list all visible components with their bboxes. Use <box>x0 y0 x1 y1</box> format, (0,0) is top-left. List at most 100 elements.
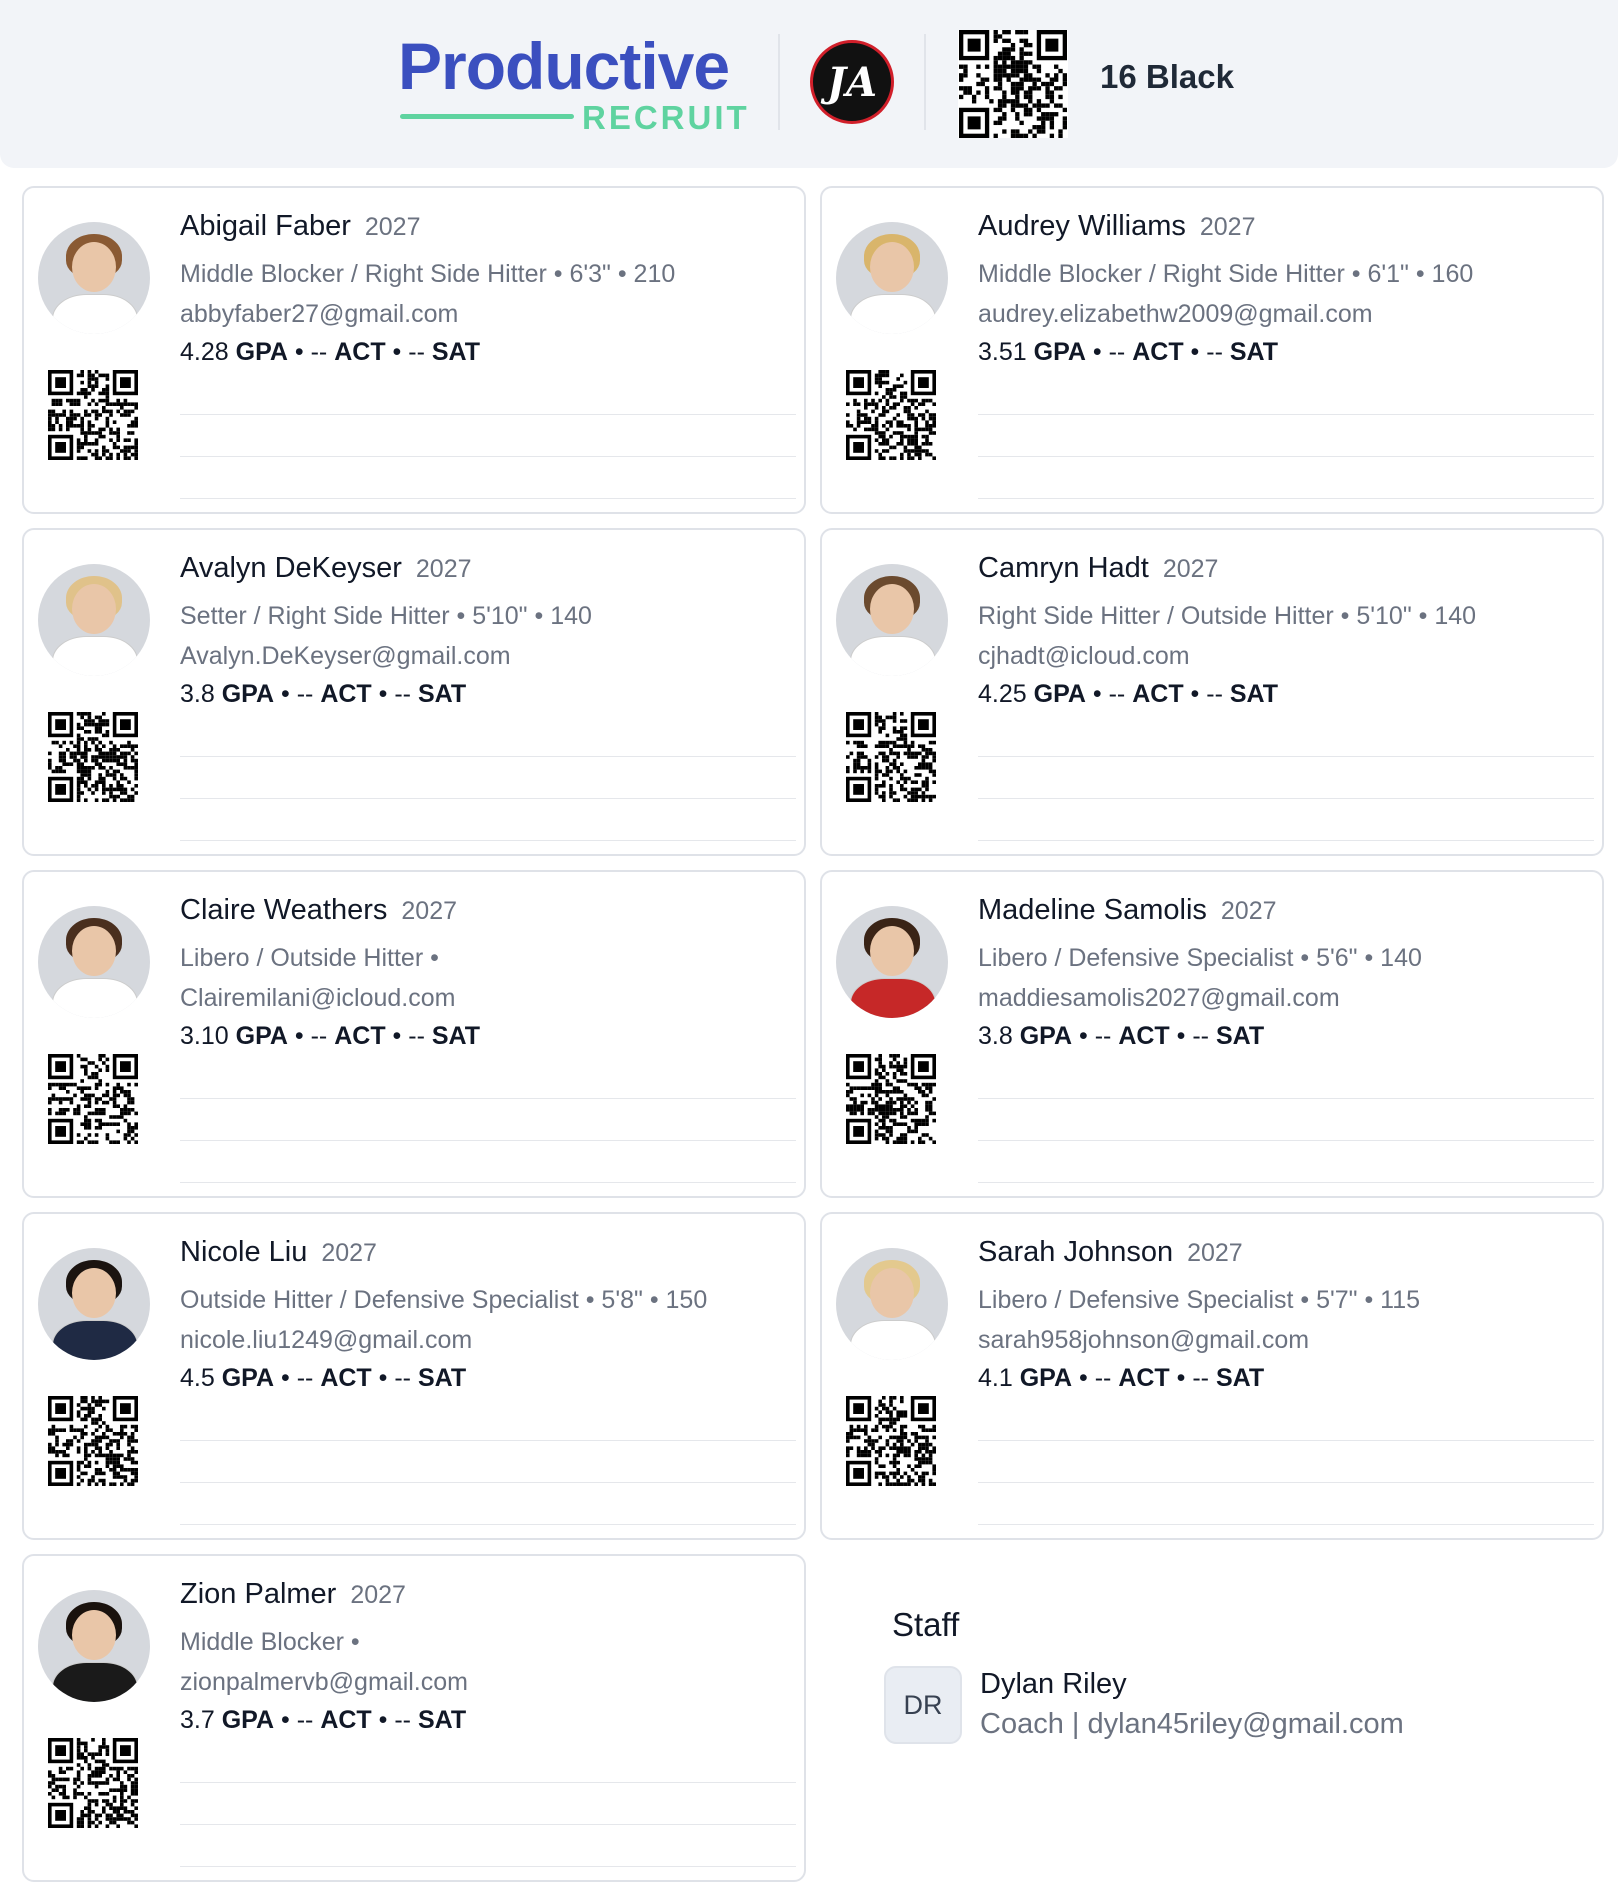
act-value: -- <box>296 1706 314 1734</box>
player-scores: 3.10 GPA • -- ACT • -- SAT <box>180 1022 481 1050</box>
player-photo <box>38 1590 150 1702</box>
player-grad-year: 2027 <box>415 555 472 583</box>
player-scores: 3.8 GPA • -- ACT • -- SAT <box>180 680 467 708</box>
player-name[interactable]: Abigail Faber <box>180 210 351 242</box>
player-qr-code-icon[interactable] <box>846 712 936 802</box>
notes-line <box>180 798 796 799</box>
notes-line <box>180 1098 796 1099</box>
player-email[interactable]: abbyfaber27@gmail.com <box>180 300 458 329</box>
player-position: Libero / Defensive Specialist • 5'7" • 1… <box>978 1286 1421 1314</box>
player-position: Right Side Hitter / Outside Hitter • 5'1… <box>978 602 1477 630</box>
player-card: Audrey Williams 2027 Middle Blocker / Rig… <box>820 186 1604 514</box>
gpa-value: 3.51 <box>978 338 1027 366</box>
notes-line <box>978 1524 1594 1525</box>
sat-value: -- <box>1206 680 1223 708</box>
notes-line <box>180 1824 796 1825</box>
player-qr-code-icon[interactable] <box>48 1396 138 1486</box>
player-email[interactable]: audrey.elizabethw2009@gmail.com <box>978 300 1373 329</box>
player-grad-year: 2027 <box>364 213 421 241</box>
notes-line <box>978 1140 1594 1141</box>
player-scores: 4.5 GPA • -- ACT • -- SAT <box>180 1364 467 1392</box>
gpa-value: 4.5 <box>180 1364 215 1392</box>
logo-underline <box>400 114 574 119</box>
player-photo <box>38 564 150 676</box>
notes-line <box>180 840 796 841</box>
player-email[interactable]: cjhadt@icloud.com <box>978 642 1190 671</box>
player-qr-code-icon[interactable] <box>846 1396 936 1486</box>
staff-heading: Staff <box>892 1606 960 1643</box>
roster-header: Productive RECRUIT JA 16 Black <box>0 0 1618 168</box>
player-scores: 3.7 GPA • -- ACT • -- SAT <box>180 1706 467 1734</box>
player-scores: 4.28 GPA • -- ACT • -- SAT <box>180 338 481 366</box>
player-qr-code-icon[interactable] <box>48 712 138 802</box>
notes-line <box>180 1140 796 1141</box>
gpa-value: 3.7 <box>180 1706 215 1734</box>
notes-line <box>180 1524 796 1525</box>
player-name[interactable]: Claire Weathers <box>180 894 387 926</box>
club-logo: JA <box>810 40 894 124</box>
player-photo <box>836 1248 948 1360</box>
sat-value: -- <box>1192 1364 1210 1392</box>
player-qr-code-icon[interactable] <box>846 370 936 460</box>
gpa-value: 3.8 <box>180 680 215 708</box>
team-qr-code-icon[interactable] <box>958 30 1068 138</box>
player-position: Setter / Right Side Hitter • 5'10" • 140 <box>180 602 592 630</box>
player-qr-code-icon[interactable] <box>48 1738 138 1828</box>
player-grad-year: 2027 <box>350 1581 406 1609</box>
player-name[interactable]: Sarah Johnson <box>978 1236 1173 1268</box>
player-email[interactable]: zionpalmervb@gmail.com <box>180 1668 468 1697</box>
player-grad-year: 2027 <box>1162 555 1219 583</box>
player-email[interactable]: Clairemilani@icloud.com <box>180 984 455 1013</box>
player-card: Abigail Faber 2027 Middle Blocker / Right… <box>22 186 806 514</box>
player-card: Camryn Hadt 2027 Right Side Hitter / Outs… <box>820 528 1604 856</box>
notes-line <box>180 456 796 457</box>
act-value: -- <box>1094 1022 1112 1050</box>
notes-line <box>180 1182 796 1183</box>
player-email[interactable]: nicole.liu1249@gmail.com <box>180 1326 472 1355</box>
player-name[interactable]: Audrey Williams <box>978 210 1186 242</box>
player-position: Libero / Outside Hitter • <box>180 944 439 972</box>
player-name[interactable]: Nicole Liu <box>180 1236 307 1268</box>
player-email[interactable]: maddiesamolis2027@gmail.com <box>978 984 1340 1013</box>
sat-value: -- <box>1206 338 1223 366</box>
act-value: -- <box>1108 338 1126 366</box>
player-grad-year: 2027 <box>1199 213 1256 241</box>
player-scores: 4.25 GPA • -- ACT • -- SAT <box>978 680 1279 708</box>
logo-subtitle: RECRUIT <box>582 99 750 136</box>
player-email[interactable]: Avalyn.DeKeyser@gmail.com <box>180 642 511 671</box>
player-grad-year: 2027 <box>1187 1239 1243 1267</box>
player-card: Nicole Liu 2027 Outside Hitter / Defensiv… <box>22 1212 806 1540</box>
notes-line <box>978 1098 1594 1099</box>
player-name[interactable]: Camryn Hadt <box>978 552 1149 584</box>
staff-role-email[interactable]: Coach | dylan45riley@gmail.com <box>980 1708 1404 1741</box>
player-qr-code-icon[interactable] <box>48 370 138 460</box>
player-name[interactable]: Zion Palmer <box>180 1578 336 1610</box>
player-photo <box>38 906 150 1018</box>
notes-line <box>180 498 796 499</box>
notes-line <box>978 1482 1594 1483</box>
player-name[interactable]: Avalyn DeKeyser <box>180 552 402 584</box>
player-photo <box>836 222 948 334</box>
notes-line <box>180 414 796 415</box>
player-qr-code-icon[interactable] <box>846 1054 936 1144</box>
notes-line <box>978 798 1594 799</box>
player-card: Claire Weathers 2027 Libero / Outside Hit… <box>22 870 806 1198</box>
staff-name: Dylan Riley <box>980 1668 1127 1700</box>
player-qr-code-icon[interactable] <box>48 1054 138 1144</box>
player-position: Outside Hitter / Defensive Specialist • … <box>180 1286 708 1314</box>
notes-line <box>180 1782 796 1783</box>
player-email[interactable]: sarah958johnson@gmail.com <box>978 1326 1309 1355</box>
player-photo <box>38 1248 150 1360</box>
sat-value: -- <box>394 1364 412 1392</box>
act-value: -- <box>296 680 314 708</box>
player-name[interactable]: Madeline Samolis <box>978 894 1207 926</box>
player-photo <box>836 564 948 676</box>
player-scores: 3.8 GPA • -- ACT • -- SAT <box>978 1022 1265 1050</box>
notes-line <box>978 456 1594 457</box>
player-scores: 3.51 GPA • -- ACT • -- SAT <box>978 338 1279 366</box>
player-position: Libero / Defensive Specialist • 5'6" • 1… <box>978 944 1422 972</box>
act-value: -- <box>1108 680 1126 708</box>
player-photo <box>38 222 150 334</box>
player-grad-year: 2027 <box>401 897 458 925</box>
header-divider <box>778 34 780 130</box>
